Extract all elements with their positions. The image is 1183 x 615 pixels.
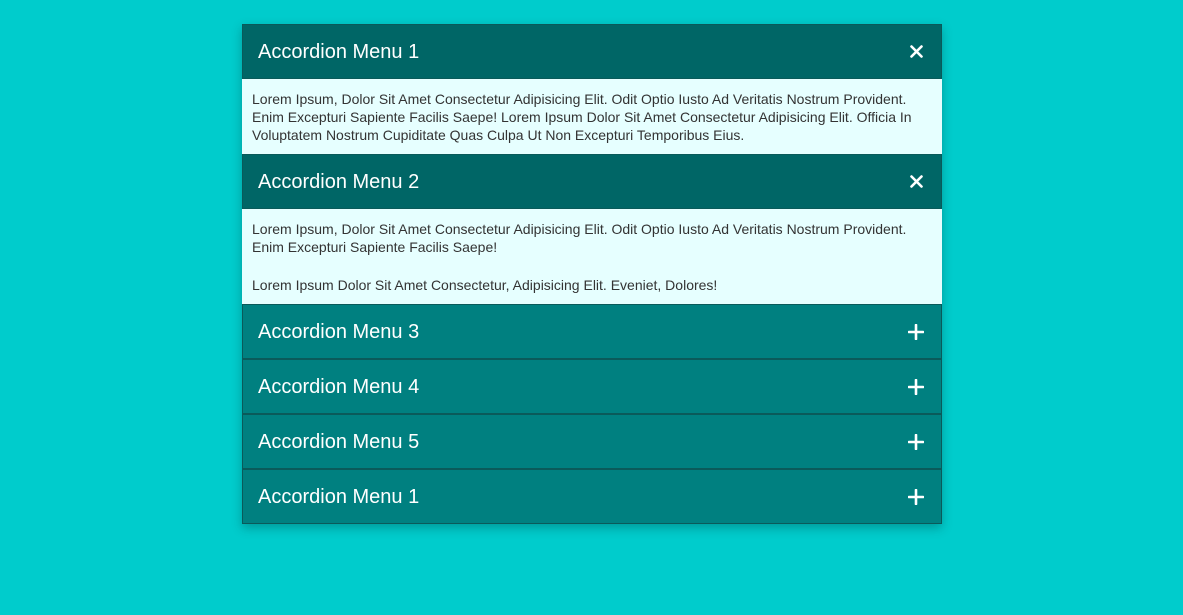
accordion-item-4: Accordion Menu 4 xyxy=(242,359,942,414)
accordion-header-2[interactable]: Accordion Menu 2 xyxy=(242,154,942,209)
accordion-item-1: Accordion Menu 1 Lorem Ipsum, Dolor Sit … xyxy=(242,24,942,154)
accordion-panel-text: Lorem Ipsum Dolor Sit Amet Consectetur, … xyxy=(252,277,718,293)
accordion-panel-text: Lorem Ipsum, Dolor Sit Amet Consectetur … xyxy=(252,221,907,255)
accordion: Accordion Menu 1 Lorem Ipsum, Dolor Sit … xyxy=(242,24,942,524)
accordion-header-3[interactable]: Accordion Menu 3 xyxy=(242,304,942,359)
accordion-title: Accordion Menu 3 xyxy=(258,320,420,343)
accordion-item-5: Accordion Menu 5 xyxy=(242,414,942,469)
accordion-header-6[interactable]: Accordion Menu 1 xyxy=(242,469,942,524)
accordion-panel-1: Lorem Ipsum, Dolor Sit Amet Consectetur … xyxy=(242,79,942,154)
accordion-title: Accordion Menu 4 xyxy=(258,375,420,398)
plus-icon[interactable] xyxy=(907,323,925,341)
accordion-title: Accordion Menu 1 xyxy=(258,485,420,508)
close-icon[interactable] xyxy=(907,43,925,61)
plus-icon[interactable] xyxy=(907,378,925,396)
close-icon[interactable] xyxy=(907,173,925,191)
accordion-panel-text: Lorem Ipsum, Dolor Sit Amet Consectetur … xyxy=(252,91,912,143)
accordion-panel-2: Lorem Ipsum, Dolor Sit Amet Consectetur … xyxy=(242,209,942,304)
accordion-title: Accordion Menu 1 xyxy=(258,40,420,63)
accordion-item-6: Accordion Menu 1 xyxy=(242,469,942,524)
accordion-item-3: Accordion Menu 3 xyxy=(242,304,942,359)
accordion-item-2: Accordion Menu 2 Lorem Ipsum, Dolor Sit … xyxy=(242,154,942,304)
accordion-header-1[interactable]: Accordion Menu 1 xyxy=(242,24,942,79)
plus-icon[interactable] xyxy=(907,433,925,451)
accordion-header-5[interactable]: Accordion Menu 5 xyxy=(242,414,942,469)
accordion-title: Accordion Menu 2 xyxy=(258,170,420,193)
accordion-title: Accordion Menu 5 xyxy=(258,430,420,453)
plus-icon[interactable] xyxy=(907,488,925,506)
accordion-header-4[interactable]: Accordion Menu 4 xyxy=(242,359,942,414)
